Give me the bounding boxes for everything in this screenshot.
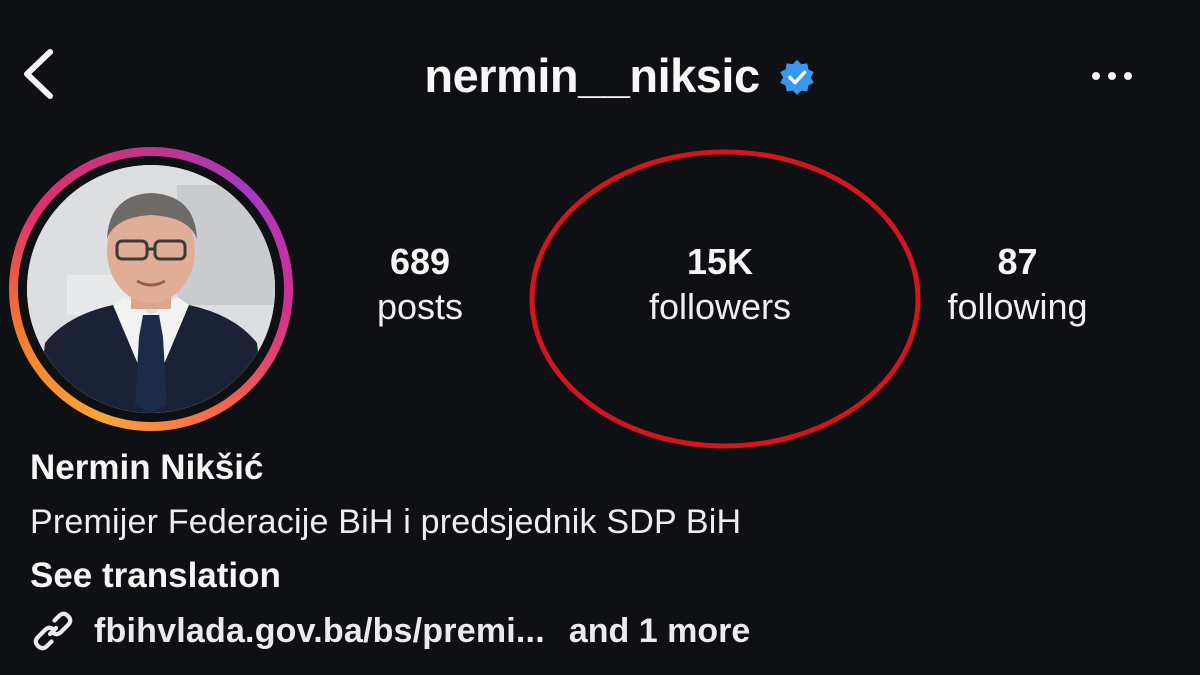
- bio-link-text: fbihvlada.gov.ba/bs/premi...: [94, 611, 545, 650]
- following-stat[interactable]: 87 following: [920, 240, 1115, 330]
- avatar-story-ring[interactable]: [9, 147, 293, 431]
- profile-header: nermin__niksic: [0, 44, 1200, 106]
- see-translation-link[interactable]: See translation: [30, 556, 281, 596]
- posts-stat[interactable]: 689 posts: [345, 240, 495, 330]
- more-options-button[interactable]: [1082, 58, 1142, 94]
- username-title: nermin__niksic: [424, 48, 760, 102]
- link-icon: [33, 611, 73, 651]
- following-count: 87: [997, 241, 1038, 282]
- bio-link[interactable]: fbihvlada.gov.ba/bs/premi... and 1 more: [30, 608, 750, 654]
- followers-label: followers: [648, 286, 792, 327]
- profile-screen: nermin__niksic 689 posts 15K followers 8…: [0, 0, 1200, 675]
- followers-count: 15K: [686, 241, 754, 282]
- bio-link-more: and 1 more: [568, 611, 751, 650]
- profile-bio: Premijer Federacije BiH i predsjednik SD…: [30, 503, 742, 541]
- avatar-portrait-image: [27, 165, 275, 413]
- ellipsis-horizontal-icon: [1092, 72, 1100, 80]
- verified-badge-icon: [779, 59, 814, 95]
- profile-full-name: Nermin Nikšić: [30, 448, 264, 487]
- posts-count: 689: [389, 241, 451, 282]
- following-label: following: [947, 286, 1088, 327]
- posts-label: posts: [376, 286, 464, 327]
- followers-stat[interactable]: 15K followers: [620, 240, 820, 330]
- avatar: [27, 165, 275, 413]
